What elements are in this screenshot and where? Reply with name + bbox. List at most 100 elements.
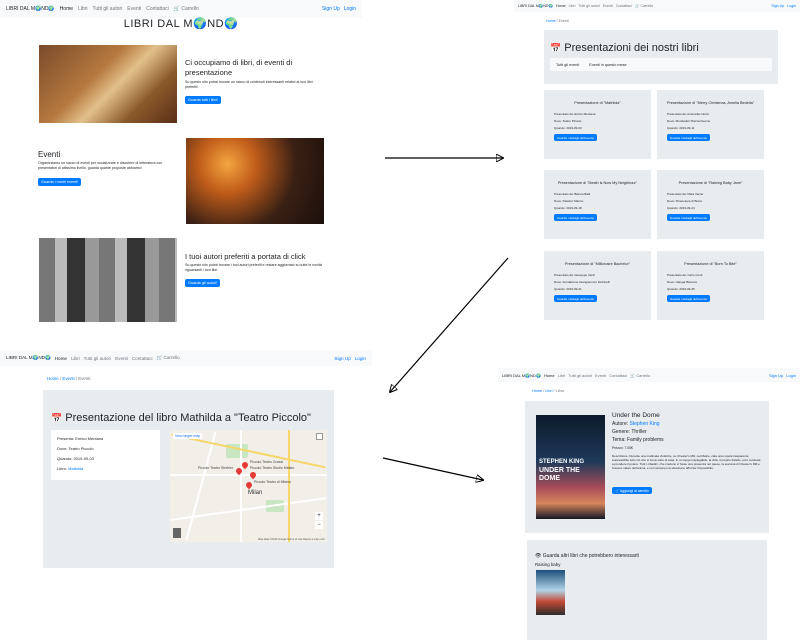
s1-text: Su questo sito potrai trovare un sacco d… [185,80,313,89]
login-link[interactable]: Login [344,6,356,12]
crumb-home[interactable]: Home [47,376,59,381]
events-title: 📅 Presentazioni dei nostri libri [550,42,699,54]
event-details-button[interactable]: Guarda i dettagli dell'evento [667,134,711,141]
nav-home[interactable]: Home [544,373,555,378]
signup-link[interactable]: Sign Up [334,356,350,361]
nav-home[interactable]: Home [55,356,67,361]
s1-button[interactable]: Guarda tutti i libri! [185,96,221,104]
book-cover-image: STEPHEN KING UNDER THE DOME [536,415,605,519]
nav-contact[interactable]: Contattaci [146,6,169,12]
composite-screenshot: LIBRI DAL M🌍ND🌍 Home Libri Tutti gli aut… [0,0,800,642]
nav-authors[interactable]: Tutti gli autori [568,373,592,378]
event-card-presenter: Presentato da: Mara Venier [667,192,704,196]
map-pin-icon[interactable] [244,480,254,490]
nav-home[interactable]: Home [60,6,73,12]
event-card-presenter: Presentato da: Giuseppe Verdi [554,273,595,277]
event-card-presenter: Presentato da: Antonella Clerici [667,112,709,116]
event-card: Presentazione di "Born To Bite" Presentat… [657,251,764,320]
nav-books[interactable]: Libri [78,6,87,12]
nav-events[interactable]: Eventi [603,4,613,8]
login-link[interactable]: Login [355,356,366,361]
authors-image [39,238,177,322]
crumb-home[interactable]: Home [546,19,556,23]
map-zoom-in[interactable]: + [315,512,323,520]
event-details-button[interactable]: Guarda i dettagli dell'evento [554,295,598,302]
event-details-button[interactable]: Guarda i dettagli dell'evento [554,134,598,141]
event-card-title: Presentazione di "Mathilda" [574,101,621,105]
nav-authors[interactable]: Tutti gli autori [578,4,599,8]
nav-contact[interactable]: Contattaci [616,4,632,8]
nav-books[interactable]: Libri [569,4,576,8]
map-zoom-out[interactable]: − [315,521,323,529]
nav-cart[interactable]: 🛒 Carrello [635,4,653,8]
event-card-when: Quando: 2019-09-11 [667,126,695,130]
event-card-presenter: Presentato da: Carlo Conti [667,273,703,277]
related-heading: 👁 Guarda altri libri che potrebbero inte… [535,553,639,559]
map-pegman-icon[interactable] [173,528,181,538]
map-city-label: Milan [248,490,263,496]
event-card-title: Presentazione di "Merry Christmas, Ameli… [666,101,755,105]
book-page: LIBRI DAL M🌍ND🌍 Home Libri Tutti gli aut… [498,368,800,642]
arrow-events-to-detail [390,257,509,392]
navbar: LIBRI DAL M🌍ND🌍 Home Libri Tutti gli aut… [514,0,800,12]
event-card-where: Dove: Hangar Bicocca [667,280,697,284]
nav-auth: Sign Up Login [771,4,796,8]
nav-contact[interactable]: Contattaci [132,356,153,361]
crumb-events[interactable]: Eventi [62,376,74,381]
map-pin-icon[interactable] [240,460,250,470]
signup-link[interactable]: Sign Up [769,373,783,378]
map-view-larger[interactable]: View larger map [173,433,203,439]
nav-cart[interactable]: 🛒 Carrello [630,373,650,378]
event-card-when: Quando: 2019-09-24 [667,206,695,210]
nav-brand[interactable]: LIBRI DAL M🌍ND🌍 [518,4,553,8]
book-link[interactable]: Mathilda [68,466,83,471]
nav-authors[interactable]: Tutti gli autori [84,356,111,361]
related-book-cover[interactable] [536,570,565,615]
book-label: Libro: [57,466,68,471]
event-details-button[interactable]: Guarda i dettagli dell'evento [667,214,711,221]
login-link[interactable]: Login [787,4,796,8]
event-card-title: Presentazione di "Millionaire Bachelor" [564,262,631,266]
map-fullscreen-icon[interactable] [316,433,323,440]
signup-link[interactable]: Sign Up [771,4,784,8]
event-card: Presentazione di "Merry Christmas, Ameli… [657,90,764,159]
nav-cart[interactable]: 🛒 Carrello [174,6,199,12]
nav-events[interactable]: Eventi [127,6,141,12]
nav-home[interactable]: Home [556,4,566,8]
nav-authors[interactable]: Tutti gli autori [92,6,122,12]
map-pin-icon[interactable] [248,470,258,480]
nav-brand[interactable]: LIBRI DAL M🌍ND🌍 [502,373,541,378]
nav-books[interactable]: Libri [71,356,80,361]
add-to-cart-button[interactable]: 🛒 Aggiungi al carrello [612,487,652,494]
nav-events[interactable]: Eventi [115,356,128,361]
tab-all-events[interactable]: Tutti gli eventi [556,63,579,67]
event-card-presenter: Presentato da: Bianca Balti [554,192,591,196]
event-card-title: Presentazione di "Raising Baby Jane" [678,181,743,185]
tab-this-month[interactable]: Eventi in questo mese [589,63,626,67]
nav-brand[interactable]: LIBRI DAL M🌍ND🌍 [6,355,51,361]
event-map[interactable]: View larger map Piccolo Teatro Grassi Pi… [170,430,327,542]
nav-brand[interactable]: LIBRI DAL M🌍ND🌍 [6,6,55,12]
s2-button[interactable]: Guarda i nostri eventi! [38,178,82,186]
nav-auth: Sign Up Login [769,373,796,378]
nav-events[interactable]: Eventi [595,373,606,378]
s3-button[interactable]: Guarda gli autori! [185,279,221,287]
author-link[interactable]: Stephen King [630,421,660,427]
event-details-button[interactable]: Guarda i dettagli dell'evento [554,214,598,221]
cover-author: STEPHEN KING [539,459,585,465]
cover-title: UNDER THE DOME [539,467,580,482]
crumb-books[interactable]: Libri [545,389,552,393]
event-card-where: Dove: Teatro Piccolo [554,119,582,123]
event-card-where: Dove: Palazzo Marino [554,199,584,203]
map-label: Piccolo Teatro Strehler [198,466,234,470]
s1-heading: Ci occupiamo di libri, di eventi di pres… [185,58,293,77]
crumb-home[interactable]: Home [532,389,542,393]
signup-link[interactable]: Sign Up [322,6,340,12]
nav-books[interactable]: Libri [558,373,566,378]
nav-cart[interactable]: 🛒 Carrello [157,355,180,361]
events-tabs: Tutti gli eventi Eventi in questo mese [550,58,772,71]
events-header: 📅 Presentazioni dei nostri libri Tutti g… [544,30,778,84]
nav-contact[interactable]: Contattaci [609,373,627,378]
event-details-button[interactable]: Guarda i dettagli dell'evento [667,295,711,302]
login-link[interactable]: Login [786,373,796,378]
